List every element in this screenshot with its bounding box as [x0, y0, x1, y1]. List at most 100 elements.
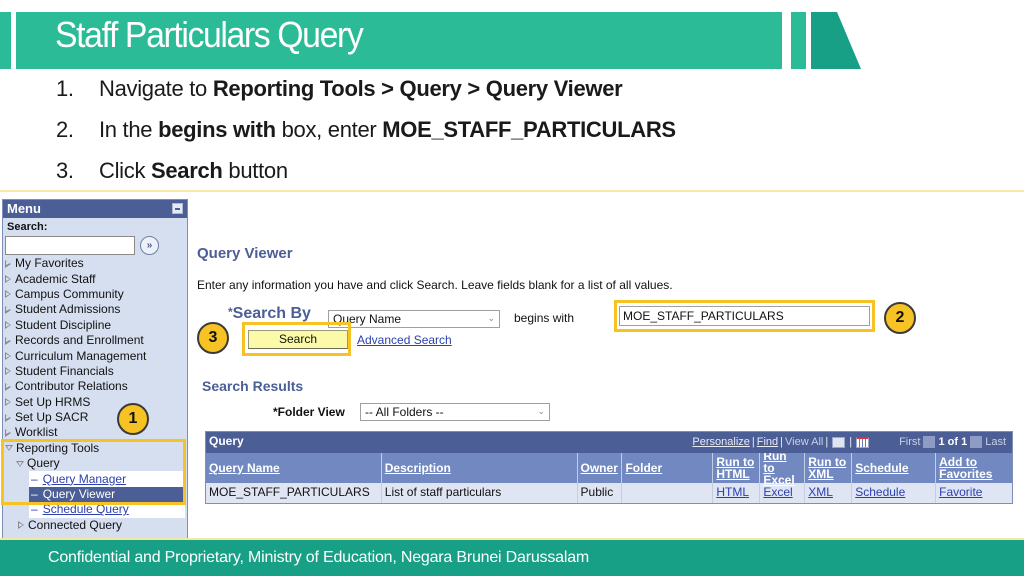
- menu-item-label: Connected Query: [28, 517, 123, 532]
- expand-arrow-icon: [5, 275, 11, 284]
- search-by-label-text: Search By: [232, 305, 311, 322]
- menu-item[interactable]: Set Up HRMS: [3, 395, 187, 410]
- menu-search-label: Search:: [7, 221, 48, 233]
- expand-arrow-icon: [5, 398, 11, 407]
- expand-arrow-icon: [5, 428, 11, 437]
- header-accent-trapezoid: [811, 12, 861, 69]
- menu-item[interactable]: Student Admissions: [3, 302, 187, 317]
- view-all-link[interactable]: View All: [785, 436, 823, 448]
- favorite-link[interactable]: Favorite: [936, 483, 1012, 503]
- new-window-icon[interactable]: [832, 436, 846, 448]
- download-grid-icon[interactable]: [856, 436, 870, 448]
- last-link[interactable]: Last: [985, 436, 1006, 448]
- callout-highlight-input: [614, 300, 875, 332]
- callout-highlight-menu: [1, 439, 186, 505]
- step-text: box, enter: [275, 117, 383, 142]
- header-accent-bar: [791, 12, 806, 69]
- callout-badge-1: 1: [117, 403, 149, 435]
- previous-arrow-icon[interactable]: [923, 436, 936, 448]
- menu-item[interactable]: My Favorites: [3, 256, 187, 271]
- column-header[interactable]: Owner: [578, 453, 623, 483]
- run-xml-link[interactable]: XML: [805, 483, 853, 503]
- menu-item[interactable]: Campus Community: [3, 287, 187, 302]
- results-grid: Query Personalize | Find | View All | | First 1 …: [205, 431, 1013, 504]
- column-header[interactable]: Query Name: [206, 453, 382, 483]
- search-by-select[interactable]: Query Name ⌄: [328, 310, 500, 328]
- expand-arrow-icon: [5, 352, 11, 361]
- chevron-down-icon: ⌄: [537, 406, 545, 416]
- menu-item[interactable]: Records and Enrollment: [3, 333, 187, 348]
- folder-view-select[interactable]: -- All Folders -- ⌄: [360, 403, 550, 421]
- step-bold: begins with: [158, 117, 276, 142]
- search-by-label: *Search By: [228, 305, 311, 322]
- column-header[interactable]: Run to XML: [805, 453, 853, 483]
- column-header[interactable]: Schedule: [852, 453, 937, 483]
- expand-arrow-icon: [5, 367, 11, 376]
- search-go-icon[interactable]: »: [140, 235, 159, 255]
- menu-item[interactable]: Academic Staff: [3, 271, 187, 286]
- menu-item-label: Student Discipline: [15, 317, 112, 332]
- callout-badge-3: 3: [197, 322, 229, 354]
- menu-item[interactable]: Student Financials: [3, 364, 187, 379]
- folder-view-label: *Folder View: [273, 405, 345, 419]
- menu-item-label: Set Up SACR: [15, 410, 89, 425]
- column-header[interactable]: Add to Favorites: [936, 453, 1012, 483]
- menu-item-label: Academic Staff: [15, 271, 96, 286]
- menu-item-label: Student Admissions: [15, 302, 121, 317]
- page-title: Query Viewer: [197, 245, 293, 262]
- menu-item-connected-query[interactable]: Connected Query: [3, 518, 187, 533]
- table-row: MOE_STAFF_PARTICULARS List of staff part…: [206, 483, 1012, 503]
- footer-text: Confidential and Proprietary, Ministry o…: [48, 549, 590, 566]
- menu-item-label: Campus Community: [15, 286, 124, 301]
- peoplesoft-screenshot: Menu Search: » My Favorites Academic Sta…: [0, 190, 1024, 539]
- chevron-down-icon: ⌄: [487, 313, 495, 323]
- column-header[interactable]: Description: [382, 453, 578, 483]
- operator-label: begins with: [514, 311, 575, 325]
- step-text: Navigate to: [99, 76, 213, 101]
- menu-title: Menu: [7, 201, 41, 216]
- menu-item[interactable]: Curriculum Management: [3, 348, 187, 363]
- menu-item-label: My Favorites: [15, 256, 84, 271]
- menu-header: Menu: [3, 200, 187, 218]
- expand-arrow-icon: [5, 321, 11, 330]
- row-count: 1 of 1: [938, 436, 968, 448]
- run-html-link[interactable]: HTML: [713, 483, 761, 503]
- menu-item[interactable]: Set Up SACR: [3, 410, 187, 425]
- column-header[interactable]: Run to Excel: [760, 450, 806, 486]
- menu-item[interactable]: Student Discipline: [3, 318, 187, 333]
- header-accent-left: [0, 12, 11, 69]
- step-number: 2.: [56, 117, 74, 142]
- grid-title-bar: Query Personalize | Find | View All | | First 1 …: [206, 432, 1012, 453]
- expand-arrow-icon: [5, 413, 11, 422]
- step-bold: MOE_STAFF_PARTICULARS: [382, 117, 676, 142]
- cell-folder: [622, 483, 714, 503]
- cell-query-name: MOE_STAFF_PARTICULARS: [206, 483, 382, 503]
- cell-owner: Public: [578, 483, 623, 503]
- slide-title: Staff Particulars Query: [55, 14, 364, 55]
- menu-item-label: Records and Enrollment: [15, 333, 144, 348]
- column-header[interactable]: Run to HTML: [713, 453, 761, 483]
- find-link[interactable]: Find: [757, 436, 778, 448]
- expand-arrow-icon: [5, 336, 11, 345]
- expand-arrow-icon: [18, 521, 24, 530]
- menu-item-label: Curriculum Management: [15, 348, 147, 363]
- next-arrow-icon[interactable]: [970, 436, 983, 448]
- column-header[interactable]: Folder: [622, 453, 714, 483]
- schedule-link[interactable]: Schedule: [852, 483, 937, 503]
- step-bold: Reporting Tools > Query > Query Viewer: [212, 76, 623, 101]
- run-excel-link[interactable]: Excel: [760, 483, 806, 503]
- folder-view-value: -- All Folders --: [365, 405, 444, 419]
- grid-navigation: Personalize | Find | View All | | First 1 of 1 La…: [692, 436, 1006, 448]
- step-2: 2. In the begins with box, enter MOE_STA…: [56, 115, 676, 156]
- grid-title: Query: [209, 434, 244, 448]
- advanced-search-link[interactable]: Advanced Search: [357, 333, 452, 347]
- menu-item[interactable]: Contributor Relations: [3, 379, 187, 394]
- first-link[interactable]: First: [899, 436, 920, 448]
- cell-description: List of staff particulars: [382, 483, 578, 503]
- step-text: In the: [99, 117, 159, 142]
- expand-arrow-icon: [5, 382, 11, 391]
- minimize-icon[interactable]: [172, 203, 183, 214]
- personalize-link[interactable]: Personalize: [692, 436, 749, 448]
- menu-search-input[interactable]: [5, 235, 135, 255]
- menu-item-label: Set Up HRMS: [15, 394, 91, 409]
